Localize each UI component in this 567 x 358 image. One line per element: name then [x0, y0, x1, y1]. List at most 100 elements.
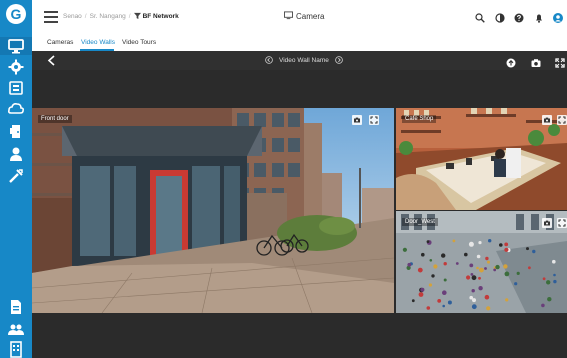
crowd-person [542, 277, 546, 281]
crowd-person [452, 239, 456, 243]
app-logo[interactable]: G [6, 4, 26, 24]
crowd-person [553, 273, 556, 277]
help-icon[interactable] [514, 13, 524, 23]
bell-icon[interactable] [534, 13, 544, 23]
crowd-person [429, 259, 433, 262]
crowd-person [428, 283, 432, 287]
crowd-person [471, 304, 477, 310]
crowd-person [469, 263, 474, 268]
tab-video-walls[interactable]: Video Walls [81, 39, 115, 46]
sidebar-item-door[interactable] [7, 122, 25, 140]
expand-icon[interactable] [369, 115, 379, 125]
crowd-person [442, 304, 445, 308]
tools-icon [9, 169, 23, 183]
snapshot-icon[interactable] [542, 218, 552, 228]
snapshot-icon[interactable] [352, 115, 362, 125]
header-actions [470, 10, 563, 23]
crowd-person [417, 267, 423, 273]
sidebar-item-people[interactable] [7, 320, 25, 338]
crowd-person [493, 268, 497, 272]
camera-label: Door_West [402, 218, 438, 226]
crowd-person [426, 306, 431, 310]
front-door-video-feed [32, 108, 394, 313]
hamburger-menu-icon[interactable] [44, 11, 58, 23]
sidebar-item-monitor[interactable] [0, 37, 32, 55]
person-icon [10, 147, 22, 161]
people-icon [8, 324, 24, 335]
video-tile-cafe-shop[interactable]: Cafe Shop [396, 108, 567, 210]
tab-video-tours[interactable]: Video Tours [122, 39, 156, 46]
tab-cameras[interactable]: Cameras [47, 39, 73, 46]
page-title-text: Camera [296, 12, 325, 21]
crowd-person [514, 282, 518, 286]
fullscreen-icon[interactable] [555, 58, 565, 68]
crowd-person [418, 292, 424, 297]
crowd-person [505, 298, 509, 302]
player-actions [496, 55, 565, 73]
video-tile-door-west[interactable]: Door_West [396, 211, 567, 313]
crowd-person [420, 287, 425, 292]
previous-wall-icon[interactable] [265, 56, 273, 64]
video-wall-player: Video Wall Name Front door Cafe Shop Doo… [32, 51, 567, 358]
breadcrumb-item[interactable]: Senao [63, 13, 82, 20]
video-tile-front-door[interactable]: Front door [32, 108, 394, 313]
camera-label: Front door [38, 115, 72, 123]
breadcrumb-item[interactable]: Sr. Nangang [90, 13, 126, 20]
crowd-person [504, 247, 509, 252]
crowd-person [421, 252, 425, 257]
crowd-person [437, 299, 442, 303]
next-wall-icon[interactable] [335, 56, 343, 64]
crowd-person [402, 247, 407, 252]
crowd-person [464, 252, 468, 257]
expand-icon[interactable] [557, 115, 567, 125]
contrast-icon[interactable] [495, 13, 505, 23]
search-icon[interactable] [475, 13, 485, 23]
tab-bar: Cameras Video Walls Video Tours [32, 36, 567, 51]
sidebar-item-settings[interactable] [7, 58, 25, 76]
crowd-person [553, 279, 557, 284]
crowd-person [478, 286, 483, 291]
crowd-person [547, 297, 552, 302]
building-icon [10, 341, 22, 358]
filter-icon [133, 12, 141, 19]
crowd-person [433, 264, 438, 269]
crowd-person [471, 289, 475, 293]
snapshot-icon[interactable] [542, 115, 552, 125]
video-wall-name: Video Wall Name [279, 57, 329, 64]
breadcrumb-current[interactable]: BF Network [143, 13, 179, 20]
user-avatar-icon[interactable] [553, 13, 563, 23]
crowd-person [476, 254, 481, 259]
sidebar-item-cards[interactable] [7, 79, 25, 97]
crowd-person [504, 242, 509, 247]
back-arrow-icon[interactable] [47, 55, 57, 66]
crowd-person [443, 262, 447, 266]
monitor-icon [284, 11, 293, 20]
crowd-person [485, 256, 489, 261]
crowd-person [478, 276, 481, 280]
crowd-person [528, 266, 531, 270]
crowd-person [516, 271, 520, 275]
expand-icon[interactable] [557, 218, 567, 228]
sidebar-item-cloud[interactable] [7, 100, 25, 118]
sidebar-item-tools[interactable] [7, 167, 25, 185]
crowd-person [503, 264, 508, 269]
sidebar-item-users[interactable] [7, 145, 25, 163]
sidebar-item-building[interactable] [7, 340, 25, 358]
crowd-person [447, 300, 452, 305]
crowd-person [552, 259, 556, 264]
crowd-person [488, 239, 492, 243]
crowd-person [411, 299, 415, 303]
document-icon [11, 300, 21, 314]
top-header: Senao / Sr. Nangang / BF Network Camera [32, 0, 567, 37]
crowd-person [487, 260, 490, 264]
crowd-person [471, 275, 477, 281]
camera-snapshot-icon[interactable] [531, 58, 541, 68]
crowd-person [499, 243, 503, 247]
crowd-person [479, 267, 484, 273]
wall-name-switcher: Video Wall Name [265, 56, 343, 64]
crowd-person [472, 298, 476, 303]
camera-label: Cafe Shop [402, 115, 437, 123]
sidebar-item-documents[interactable] [7, 298, 25, 316]
crowd-person [504, 271, 510, 277]
upload-icon[interactable] [506, 58, 516, 68]
